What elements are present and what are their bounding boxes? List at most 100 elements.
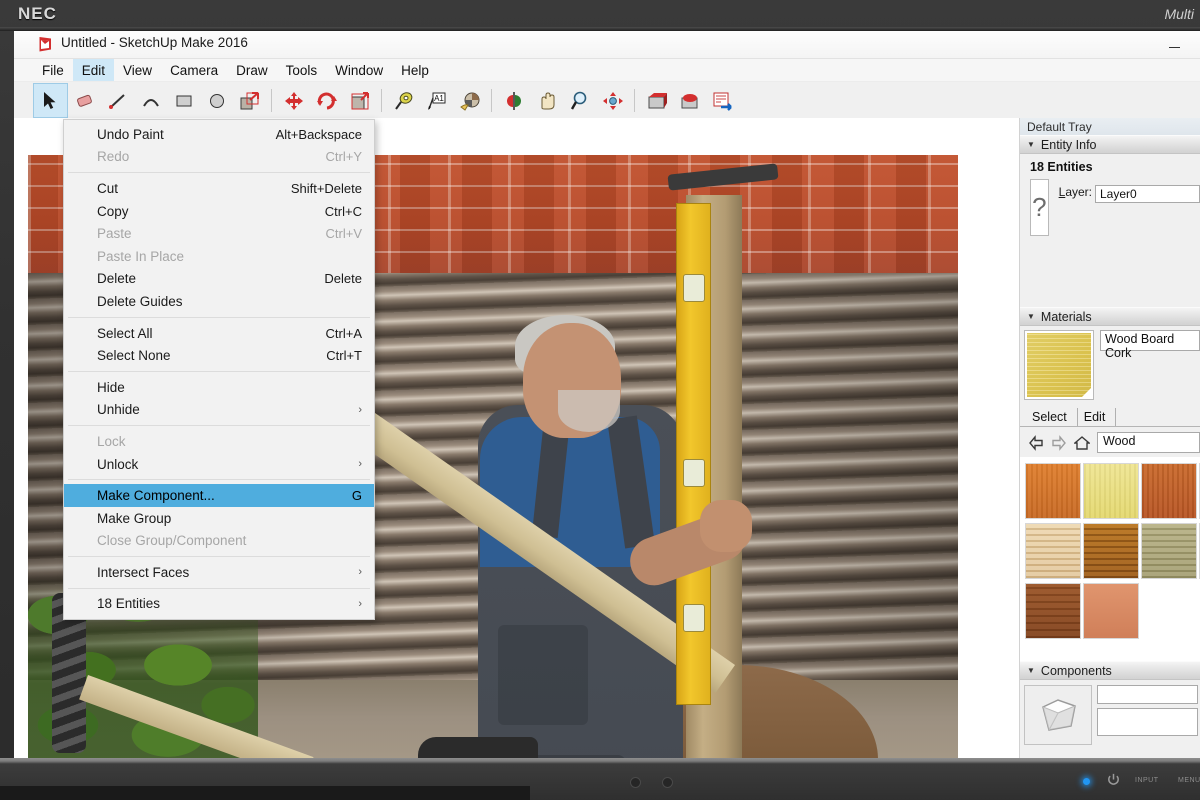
export-tool[interactable]	[706, 84, 739, 117]
menuitem-label: Intersect Faces	[97, 565, 189, 580]
tape-measure-tool[interactable]	[387, 84, 420, 117]
menu-tools[interactable]: Tools	[277, 59, 327, 81]
menuitem-select-none[interactable]: Select None Ctrl+T	[64, 344, 374, 367]
menuitem-label: Paste	[97, 226, 132, 241]
panel-header-components[interactable]: ▼ Components	[1020, 661, 1200, 680]
menuitem-accelerator: Ctrl+C	[325, 204, 362, 219]
push-pull-tool[interactable]	[233, 84, 266, 117]
menuitem-hide[interactable]: Hide	[64, 376, 374, 399]
menuitem-label: Copy	[97, 204, 129, 219]
monitor-bottom-bezel: INPUT MENU	[0, 758, 1200, 800]
material-swatch[interactable]	[1025, 463, 1081, 519]
menuitem-delete[interactable]: Delete Delete	[64, 268, 374, 291]
menuitem-select-all[interactable]: Select All Ctrl+A	[64, 322, 374, 345]
material-swatch[interactable]	[1141, 523, 1197, 579]
menuitem-intersect-faces[interactable]: Intersect Faces ›	[64, 561, 374, 584]
component-description-field[interactable]	[1097, 708, 1198, 736]
menuitem-label: Delete	[97, 271, 136, 286]
input-button-label[interactable]: INPUT	[1135, 777, 1159, 784]
materials-nav-row: Wood	[1020, 427, 1200, 457]
menuitem-close-group-component: Close Group/Component	[64, 530, 374, 553]
power-icon[interactable]	[1106, 772, 1121, 787]
layer-value-field[interactable]: Layer0	[1095, 185, 1200, 203]
level-vial-bottom	[683, 604, 705, 632]
tray-caption: Default Tray	[1020, 118, 1200, 135]
menuitem-accelerator: Shift+Delete	[291, 181, 362, 196]
menuitem-copy[interactable]: Copy Ctrl+C	[64, 200, 374, 223]
menuitem-make-component[interactable]: Make Component... G	[64, 484, 374, 507]
rectangle-tool[interactable]	[167, 84, 200, 117]
menu-camera[interactable]: Camera	[161, 59, 227, 81]
selected-material-swatch[interactable]	[1024, 330, 1094, 400]
select-arrow-tool[interactable]	[33, 83, 68, 118]
menuitem-unlock[interactable]: Unlock ›	[64, 453, 374, 476]
menu-separator	[68, 556, 370, 557]
arrow-right-icon[interactable]	[1051, 435, 1067, 451]
menuitem-unhide[interactable]: Unhide ›	[64, 399, 374, 422]
home-icon[interactable]	[1074, 435, 1090, 451]
main-toolbar: A1	[14, 82, 1200, 120]
circle-tool[interactable]	[200, 84, 233, 117]
orbit-tool[interactable]	[497, 84, 530, 117]
menu-view[interactable]: View	[114, 59, 161, 81]
menuitem-label: Cut	[97, 181, 118, 196]
menu-window[interactable]: Window	[326, 59, 392, 81]
material-swatch[interactable]	[1083, 463, 1139, 519]
scale-tool[interactable]	[343, 84, 376, 117]
material-swatch[interactable]	[1083, 523, 1139, 579]
minimize-button[interactable]	[1154, 31, 1194, 57]
sketchup-window: Untitled - SketchUp Make 2016 File Edit …	[14, 31, 1200, 758]
component-name-field[interactable]	[1097, 685, 1198, 704]
material-swatch[interactable]	[1025, 583, 1081, 639]
layer-row: Layer: Layer0	[1059, 179, 1200, 236]
materials-tabs: Select Edit	[1020, 406, 1200, 427]
material-swatch[interactable]	[1083, 583, 1139, 639]
panel-header-materials[interactable]: ▼ Materials	[1020, 307, 1200, 326]
chevron-right-icon: ›	[358, 458, 362, 470]
menuitem-accelerator: G	[352, 488, 362, 503]
component-cube-icon[interactable]	[1024, 685, 1092, 745]
menuitem-cut[interactable]: Cut Shift+Delete	[64, 177, 374, 200]
menuitem-label: Select None	[97, 348, 171, 363]
menuitem-label: Make Group	[97, 511, 171, 526]
panel-header-entity-info[interactable]: ▼ Entity Info	[1020, 135, 1200, 154]
selected-material-name[interactable]: Wood Board Cork	[1100, 330, 1200, 351]
text-tool[interactable]: A1	[420, 84, 453, 117]
menu-help[interactable]: Help	[392, 59, 438, 81]
arc-tool[interactable]	[134, 84, 167, 117]
component-fields	[1097, 685, 1200, 745]
paint-bucket-tool[interactable]	[453, 84, 486, 117]
panel-body-entity-info: 18 Entities ? Layer: Layer0	[1020, 154, 1200, 307]
material-library-select[interactable]: Wood	[1097, 432, 1200, 453]
pan-tool[interactable]	[530, 84, 563, 117]
menuitem-delete-guides[interactable]: Delete Guides	[64, 290, 374, 313]
menuitem-make-group[interactable]: Make Group	[64, 507, 374, 530]
menu-draw[interactable]: Draw	[227, 59, 277, 81]
material-swatch-grid[interactable]	[1020, 457, 1200, 661]
line-tool[interactable]	[101, 84, 134, 117]
tab-select[interactable]: Select	[1026, 408, 1078, 426]
menuitem-label: Paste In Place	[97, 249, 184, 264]
menuitem-undo-paint[interactable]: Undo Paint Alt+Backspace	[64, 123, 374, 146]
tab-edit[interactable]: Edit	[1078, 408, 1117, 426]
move-tool[interactable]	[277, 84, 310, 117]
menu-button-label[interactable]: MENU	[1178, 777, 1200, 784]
menu-file[interactable]: File	[33, 59, 73, 81]
chevron-right-icon: ›	[358, 566, 362, 578]
zoom-extents-tool[interactable]	[596, 84, 629, 117]
panel-title: Materials	[1041, 310, 1092, 324]
eraser-tool[interactable]	[68, 84, 101, 117]
menu-separator	[68, 317, 370, 318]
arrow-left-icon[interactable]	[1028, 435, 1044, 451]
zoom-tool[interactable]	[563, 84, 596, 117]
level-vial-top	[683, 274, 705, 302]
material-swatch[interactable]	[1141, 463, 1197, 519]
material-swatch[interactable]	[1025, 523, 1081, 579]
next-view-tool[interactable]	[673, 84, 706, 117]
edit-dropdown-menu[interactable]: Undo Paint Alt+Backspace Redo Ctrl+Y Cut…	[63, 119, 375, 620]
previous-view-tool[interactable]	[640, 84, 673, 117]
menu-edit[interactable]: Edit	[73, 59, 114, 81]
rotate-tool[interactable]	[310, 84, 343, 117]
menuitem-entities[interactable]: 18 Entities ›	[64, 593, 374, 616]
menuitem-label: 18 Entities	[97, 596, 160, 611]
